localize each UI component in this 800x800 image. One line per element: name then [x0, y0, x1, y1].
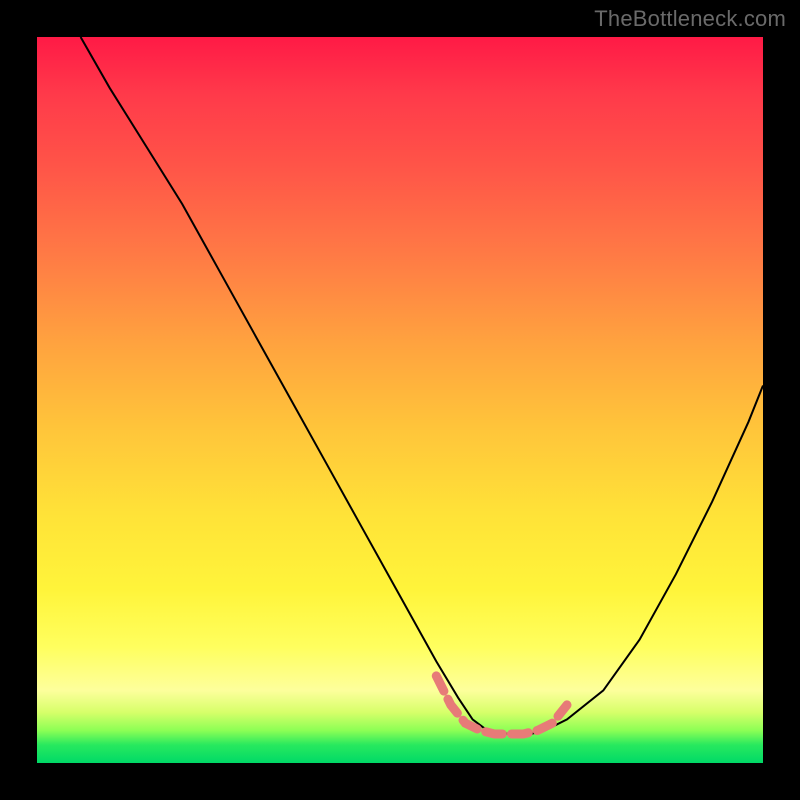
- curve-overlay: [37, 37, 763, 763]
- plot-area: [37, 37, 763, 763]
- pink-dashed-segment: [436, 676, 567, 734]
- black-curve: [81, 37, 763, 734]
- chart-frame: TheBottleneck.com: [0, 0, 800, 800]
- watermark-text: TheBottleneck.com: [594, 6, 786, 32]
